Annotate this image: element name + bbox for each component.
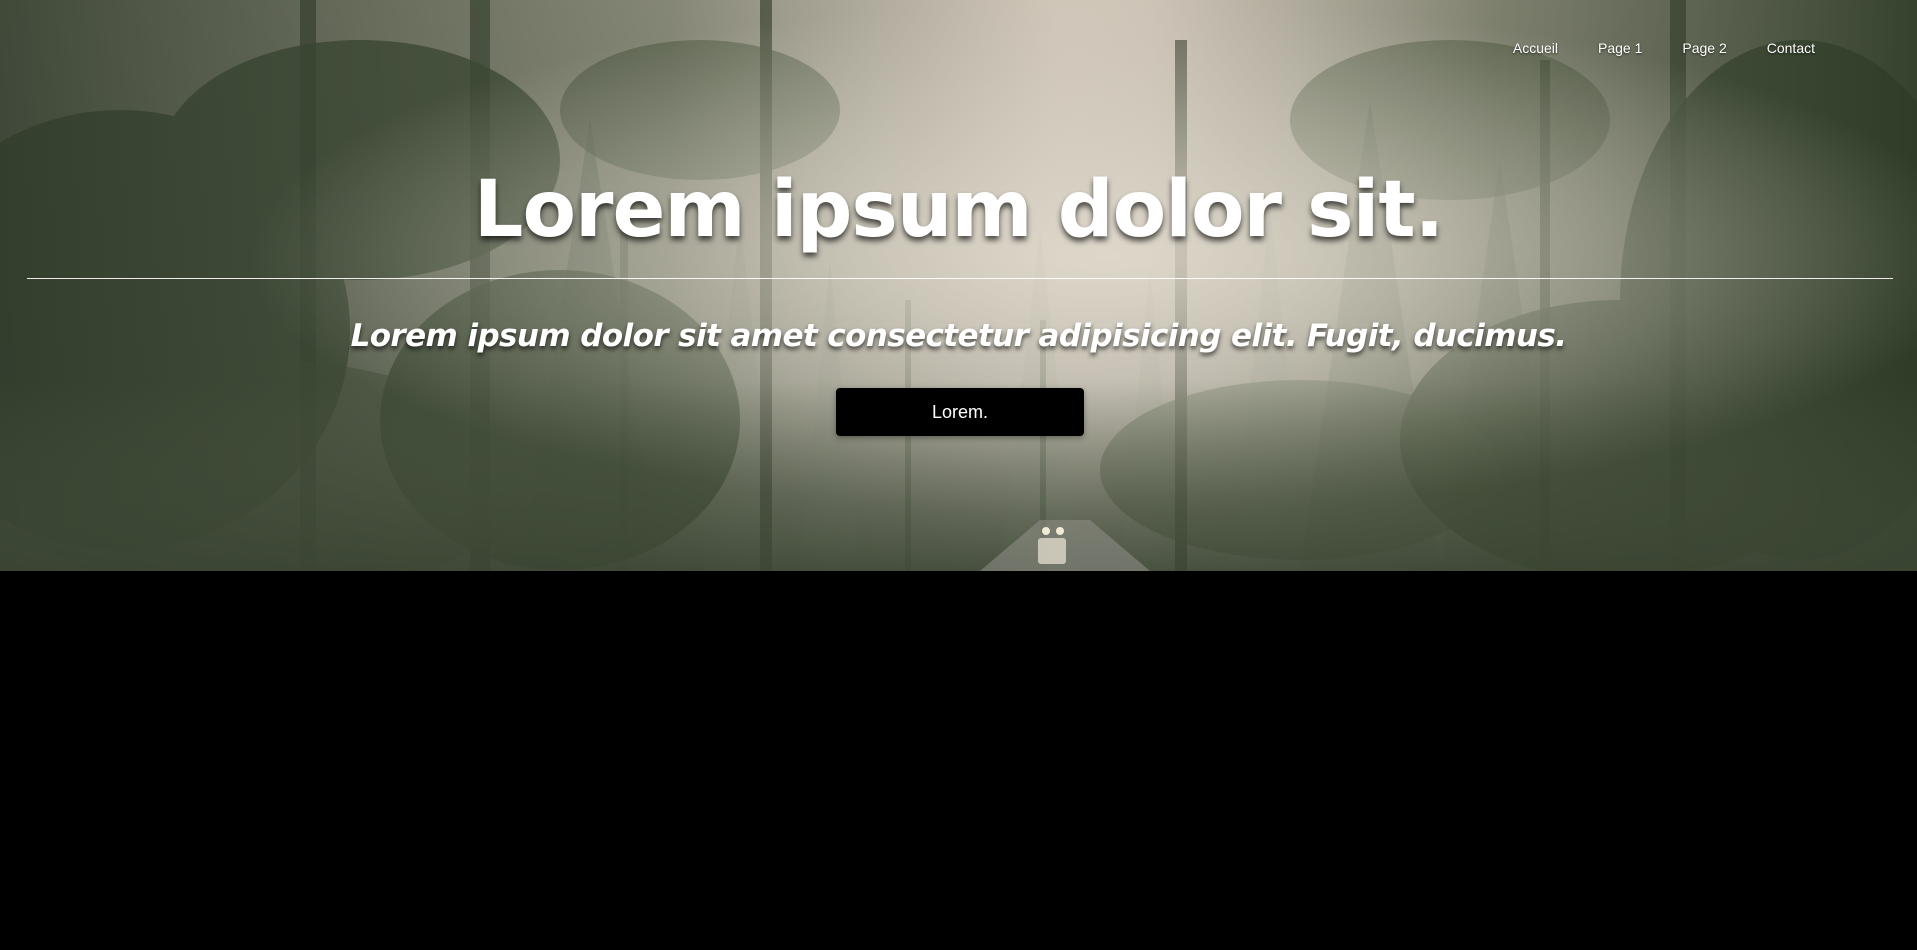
main-nav: Accueil Page 1 Page 2 Contact (1493, 38, 1835, 58)
nav-link-contact[interactable]: Contact (1747, 38, 1835, 58)
hero-title: Lorem ipsum dolor sit. (473, 165, 1445, 255)
nav-link-page-1[interactable]: Page 1 (1578, 38, 1662, 58)
page: Accueil Page 1 Page 2 Contact Lorem ipsu… (0, 0, 1917, 950)
nav-link-page-2[interactable]: Page 2 (1662, 38, 1746, 58)
nav-link-accueil[interactable]: Accueil (1493, 38, 1578, 58)
hero-background-image (0, 0, 1917, 571)
hero-divider (27, 278, 1893, 279)
hero-cta-button[interactable]: Lorem. (836, 388, 1084, 436)
hero-subtitle: Lorem ipsum dolor sit amet consectetur a… (350, 318, 1567, 354)
hero-section: Accueil Page 1 Page 2 Contact Lorem ipsu… (0, 0, 1917, 571)
content-section (0, 571, 1917, 950)
